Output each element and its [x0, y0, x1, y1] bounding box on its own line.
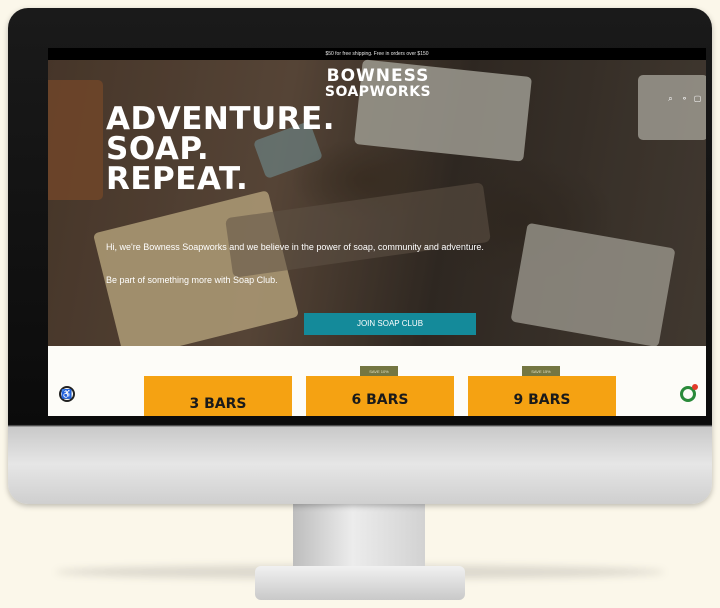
search-icon[interactable]: ⌕ — [666, 94, 675, 103]
brand-logo[interactable]: BOWNESS SOAPWORKS — [318, 66, 438, 100]
accessibility-icon[interactable]: ♿ — [59, 386, 75, 402]
hero-headline: ADVENTURE. SOAP. REPEAT. — [106, 101, 335, 197]
imac-monitor: $50 for free shipping. Free in orders ov… — [8, 8, 712, 504]
offer-card-3-bars[interactable]: 3 BARS — [144, 376, 292, 416]
account-icon[interactable]: ⚬ — [680, 94, 689, 103]
soap-club-text: Be part of something more with Soap Club… — [106, 275, 278, 285]
cart-icon[interactable]: ▢ — [693, 94, 702, 103]
headline-line: REPEAT. — [106, 161, 249, 197]
join-soap-club-button[interactable]: JOIN SOAP CLUB — [304, 313, 476, 335]
offer-label: 9 BARS — [513, 392, 571, 408]
offer-card-9-bars[interactable]: 9 BARS — [468, 376, 616, 416]
hero-intro: Hi, we're Bowness Soapworks and we belie… — [106, 242, 484, 252]
hero-section: BOWNESS SOAPWORKS ⌕ ⚬ ▢ ADVENTURE. SOAP.… — [48, 59, 706, 360]
announcement-bar: $50 for free shipping. Free in orders ov… — [48, 48, 706, 60]
headline-line: SOAP. — [106, 131, 210, 167]
offer-card-6-bars[interactable]: 6 BARS — [306, 376, 454, 416]
website-screen: $50 for free shipping. Free in orders ov… — [48, 48, 706, 416]
headline-line: ADVENTURE. — [106, 101, 335, 137]
offer-label: 6 BARS — [351, 392, 409, 408]
brand-line-2: SOAPWORKS — [324, 84, 432, 100]
notification-dot — [692, 384, 698, 390]
monitor-stand-neck — [293, 504, 425, 570]
monitor-stand-base — [255, 566, 465, 600]
offer-label: 3 BARS — [189, 396, 247, 412]
brand-line-1: BOWNESS — [326, 66, 430, 86]
bundle-offers: ♿ 3 BARS SAVE 10% 6 BARS SAVE 15% 9 BARS — [48, 346, 706, 416]
